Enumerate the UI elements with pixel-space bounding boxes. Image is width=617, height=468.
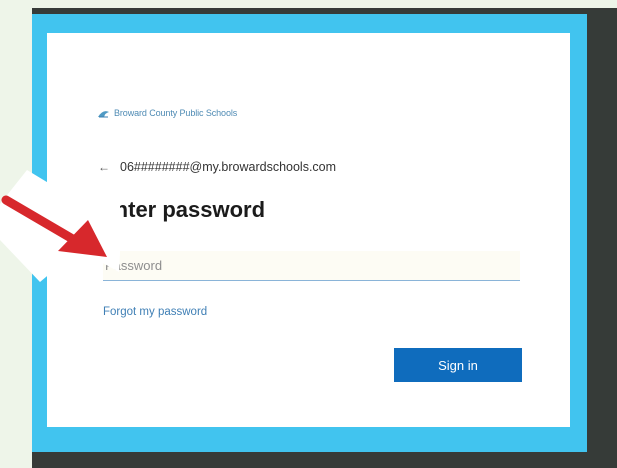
page-title: Enter password: [100, 197, 266, 222]
forgot-password-link[interactable]: Forgot my password: [103, 306, 207, 318]
password-input[interactable]: [103, 251, 520, 281]
account-email: 06########@my.browardschools.com: [120, 160, 337, 174]
red-arrow-icon: [0, 170, 120, 282]
sign-in-card: Broward County Public Schools ← 06######…: [47, 33, 570, 427]
account-identity: ← 06########@my.browardschools.com: [98, 158, 336, 176]
organization-name: Broward County Public Schools: [114, 108, 238, 118]
sign-in-button[interactable]: Sign in: [394, 348, 522, 382]
